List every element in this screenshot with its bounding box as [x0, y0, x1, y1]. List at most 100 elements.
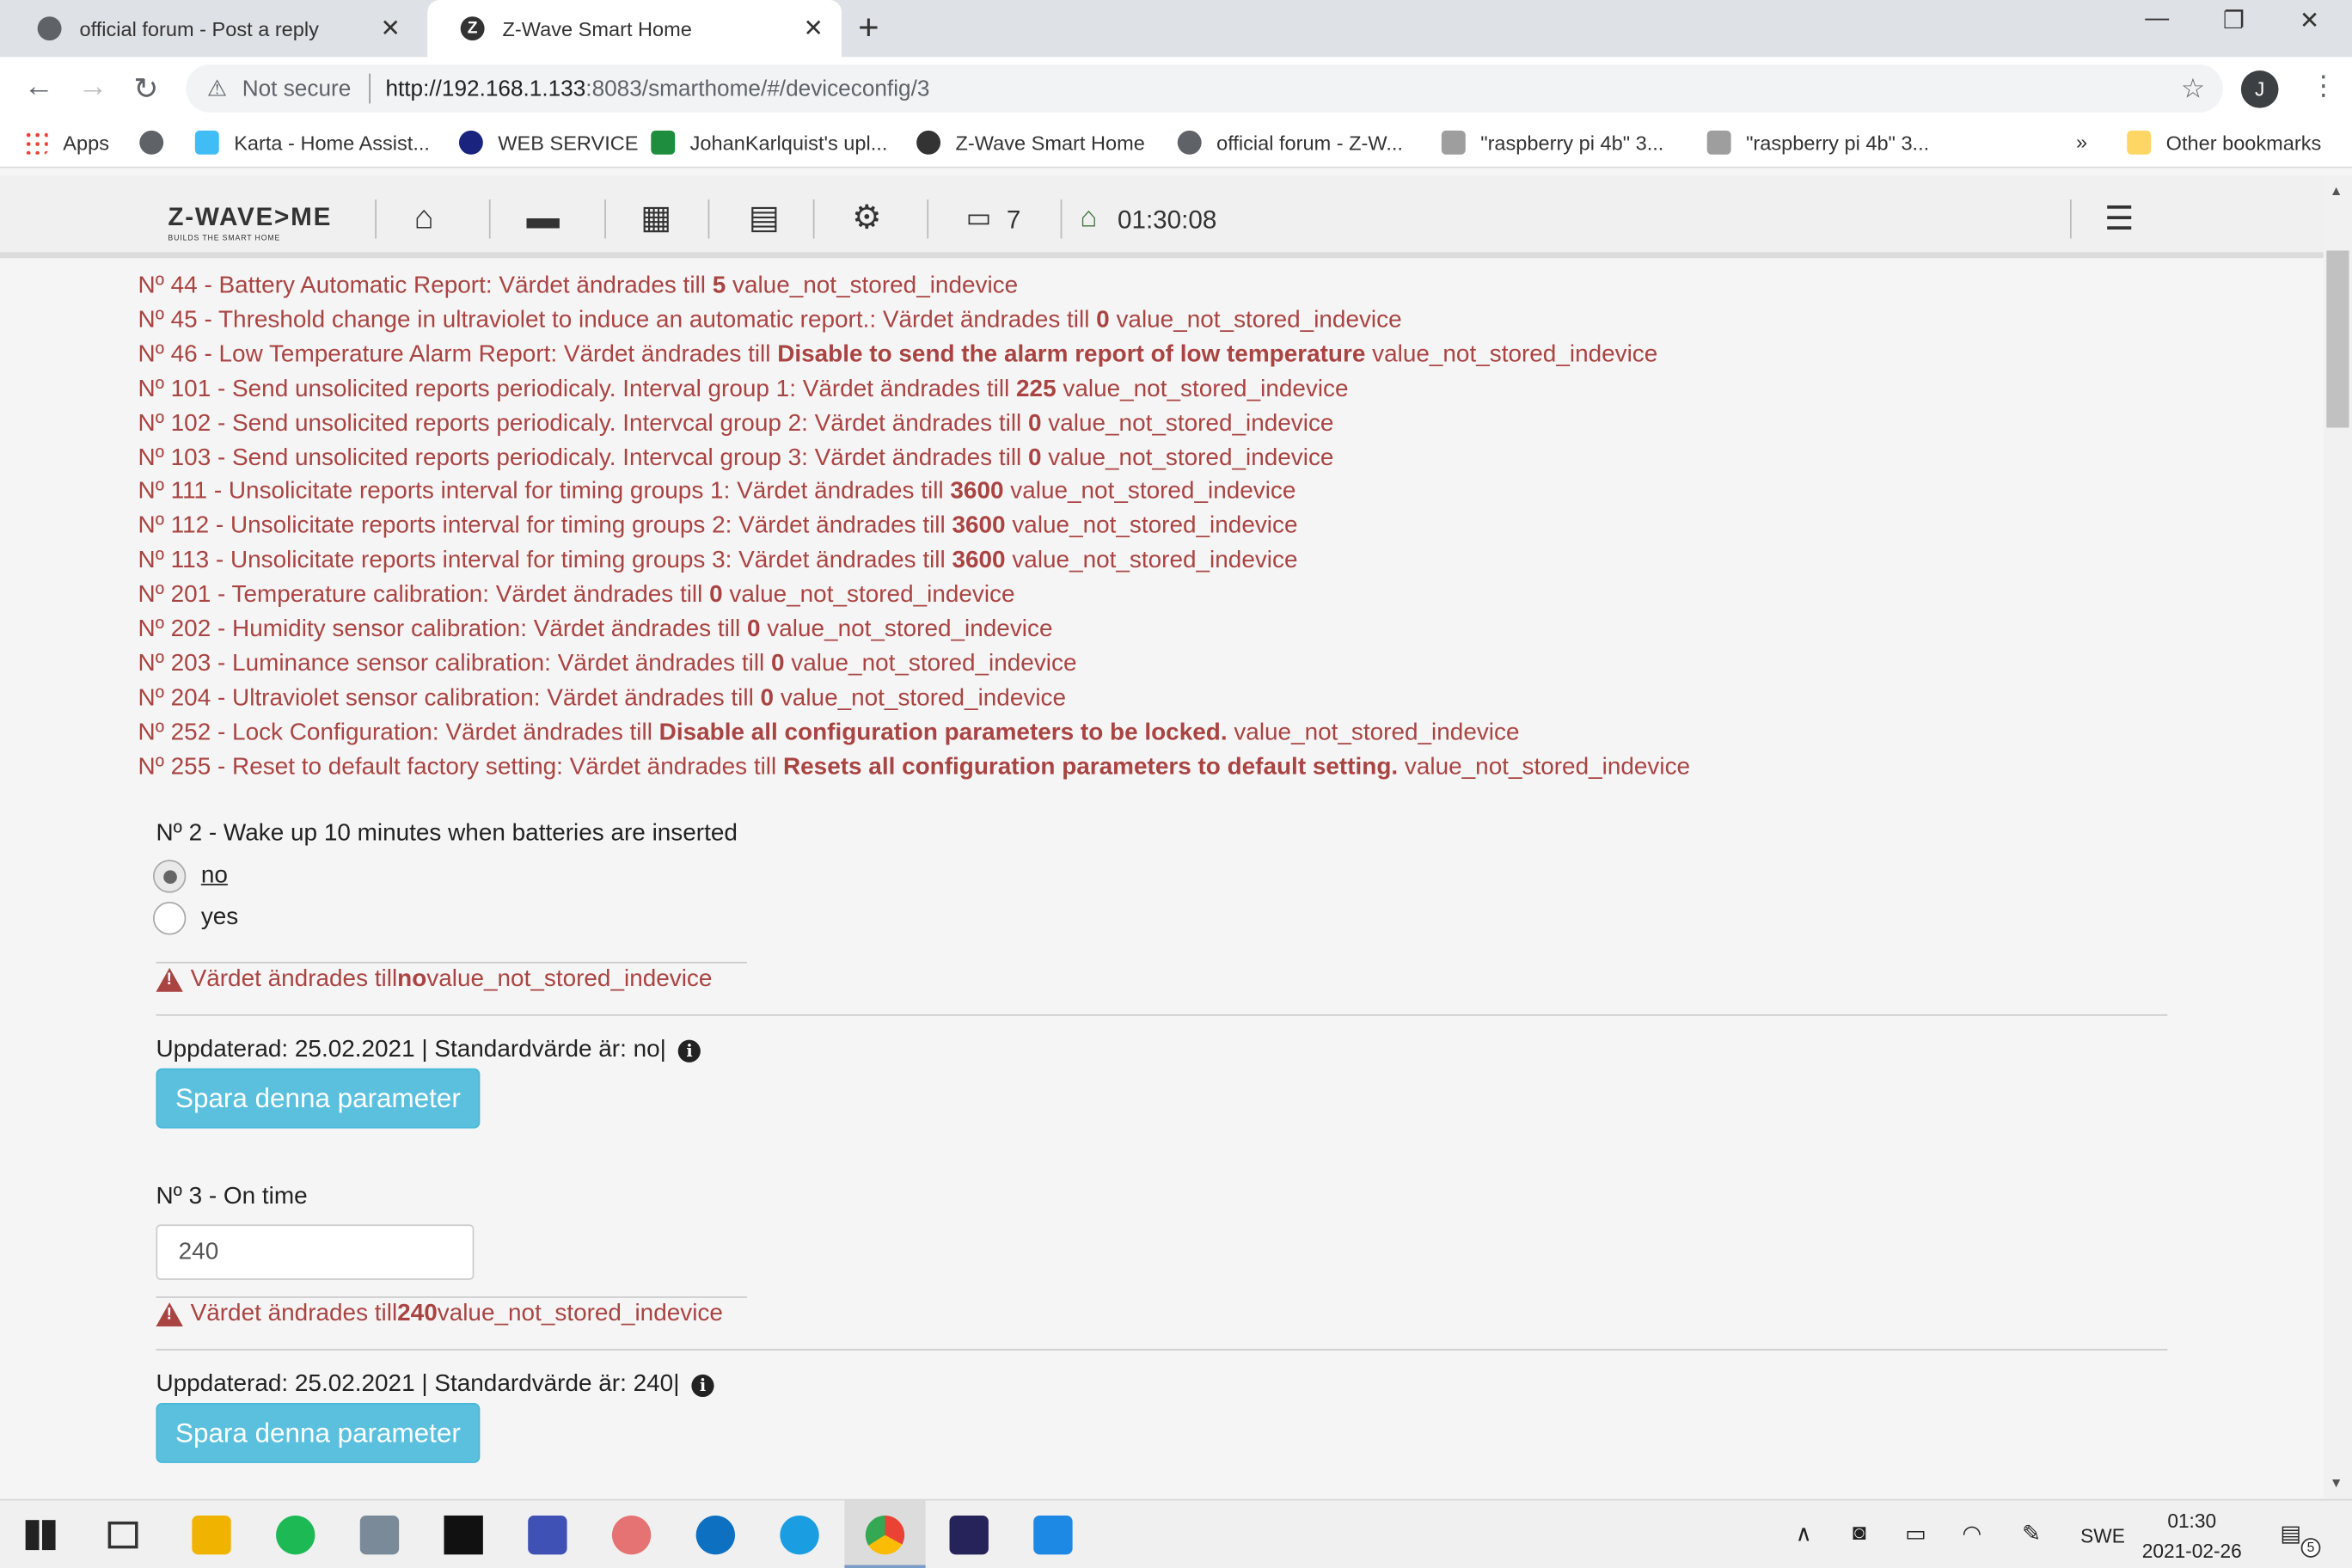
bookmark-globe[interactable] — [139, 130, 178, 155]
bookmark-apps[interactable]: Apps — [23, 130, 109, 155]
bookmark-karta[interactable]: Karta - Home Assist... — [194, 130, 430, 155]
bookmark-other[interactable]: Other bookmarks — [2127, 130, 2321, 155]
tab-official-forum[interactable]: official forum - Post a reply ✕ — [4, 0, 419, 57]
network-app-icon[interactable] — [528, 1515, 567, 1555]
home-icon[interactable]: ⌂ — [414, 198, 434, 236]
reload-icon[interactable]: ↻ — [133, 70, 158, 108]
save-parameter-button[interactable]: Spara denna parameter — [156, 1403, 481, 1463]
close-icon[interactable]: ✕ — [804, 14, 824, 44]
file-explorer-icon[interactable] — [192, 1515, 231, 1555]
notifications-icon[interactable]: ▤ — [2280, 1520, 2301, 1547]
meet-icon[interactable]: ◙ — [1853, 1520, 1866, 1546]
alert-text: Värdet ändrades till — [190, 1301, 398, 1327]
page-scrollbar[interactable]: ▲ ▼ — [2323, 175, 2352, 1501]
security-label: Not secure — [242, 76, 352, 101]
chrome-icon[interactable] — [865, 1515, 905, 1555]
bookmark-official-forum[interactable]: official forum - Z-W... — [1177, 130, 1403, 155]
radio-label[interactable]: no — [201, 863, 228, 890]
param-2-updated: Uppdaterad: 25.02.2021 | Standardvärde ä… — [156, 1037, 701, 1063]
z-wave-icon — [916, 130, 941, 155]
close-icon[interactable]: ✕ — [380, 14, 400, 44]
alert-text: Värdet ändrades till — [190, 966, 398, 992]
warning-icon: ⚠ — [206, 77, 228, 102]
on-time-input[interactable] — [156, 1224, 475, 1280]
bookmark-label: Z-Wave Smart Home — [955, 131, 1145, 154]
vnc-icon[interactable] — [1033, 1515, 1073, 1555]
divider — [156, 1014, 2168, 1016]
chevron-up-icon[interactable]: ∧ — [1796, 1520, 1812, 1547]
pen-icon[interactable]: ✎ — [2022, 1520, 2041, 1547]
couch-icon[interactable]: ▬ — [526, 198, 559, 236]
scroll-down-icon[interactable]: ▼ — [2330, 1475, 2343, 1490]
yahoo-icon — [1441, 130, 1466, 155]
bookmarks-overflow[interactable]: » — [2076, 131, 2087, 153]
events-count[interactable]: 7 — [1007, 205, 1021, 236]
teamviewer-icon[interactable] — [695, 1515, 736, 1555]
param-3-title: Nº 3 - On time — [156, 1184, 308, 1210]
radio-option-yes[interactable]: yes — [152, 902, 238, 935]
gears-icon[interactable]: ⚙ — [852, 198, 881, 236]
bookmark-raspberry-1[interactable]: "raspberry pi 4b" 3... — [1441, 130, 1664, 155]
device-config-content: Nº 44 - Battery Automatic Report: Värdet… — [0, 264, 2324, 1500]
clock: 01:30:08 — [1117, 205, 1217, 235]
back-icon[interactable]: ← — [24, 70, 54, 105]
param-2-title: Nº 2 - Wake up 10 minutes when batteries… — [156, 820, 738, 847]
scroll-up-icon[interactable]: ▲ — [2330, 183, 2343, 198]
nav-separator — [1060, 199, 1063, 239]
calculator-icon[interactable] — [359, 1515, 400, 1555]
spotify-icon[interactable] — [276, 1515, 315, 1555]
forward-icon[interactable]: → — [78, 70, 108, 105]
edge-icon[interactable] — [780, 1515, 819, 1555]
bookmark-label: Apps — [63, 131, 109, 154]
log-line: Nº 44 - Battery Automatic Report: Värdet… — [138, 273, 1019, 299]
window-close-icon[interactable]: ✕ — [2300, 6, 2319, 36]
language-indicator[interactable]: SWE — [2080, 1524, 2125, 1547]
info-icon[interactable]: i — [691, 1374, 714, 1397]
amazon-music-icon[interactable] — [949, 1515, 989, 1555]
globe-icon — [37, 16, 62, 41]
radio-button-selected[interactable] — [152, 860, 187, 893]
brand-logo[interactable]: Z-WAVE>ME BUILDS THE SMART HOME — [168, 203, 332, 243]
bookmark-raspberry-2[interactable]: "raspberry pi 4b" 3... — [1706, 130, 1929, 155]
save-parameter-button[interactable]: Spara denna parameter — [156, 1068, 481, 1129]
netflix-icon[interactable] — [444, 1515, 483, 1555]
bookmark-web-service[interactable]: WEB SERVICE — [458, 130, 639, 155]
radio-label[interactable]: yes — [201, 905, 238, 932]
brand-tagline: BUILDS THE SMART HOME — [168, 234, 281, 243]
tab-z-wave-smart-home[interactable]: Z Z-Wave Smart Home ✕ — [427, 0, 842, 58]
menu-kebab-icon[interactable]: ⋮ — [2310, 70, 2337, 102]
divider — [156, 1296, 747, 1298]
clipboard-icon[interactable]: ▤ — [749, 198, 780, 236]
profile-avatar[interactable]: J — [2240, 70, 2279, 108]
info-icon[interactable]: i — [677, 1038, 701, 1062]
system-clock[interactable]: 01:30 2021-02-26 — [2142, 1506, 2242, 1566]
hamburger-menu-icon[interactable]: ☰ — [2104, 199, 2134, 238]
tab-label: Z-Wave Smart Home — [502, 17, 692, 40]
scroll-thumb[interactable] — [2326, 250, 2349, 428]
nav-separator — [375, 199, 377, 239]
clock-date: 2021-02-26 — [2141, 1539, 2242, 1563]
warning-icon — [156, 1302, 183, 1327]
task-view-icon[interactable] — [107, 1521, 138, 1549]
bookmark-label: official forum - Z-W... — [1216, 131, 1403, 154]
divider — [156, 961, 747, 964]
wifi-icon[interactable]: ◠ — [1962, 1520, 1981, 1547]
bookmark-johankarlquist[interactable]: JohanKarlquist's upl... — [651, 130, 887, 155]
log-line: Nº 103 - Send unsolicited reports period… — [138, 444, 1334, 471]
windows-start-icon[interactable] — [25, 1520, 56, 1551]
app-navbar: Z-WAVE>ME BUILDS THE SMART HOME ⌂ ▬ ▦ ▤ … — [0, 175, 2324, 259]
address-bar[interactable]: ⚠ Not secure http://192.168.1.133 :8083/… — [186, 64, 2223, 113]
events-icon[interactable]: ▭ — [966, 203, 992, 235]
battery-icon[interactable]: ▭ — [1905, 1520, 1926, 1547]
restore-icon[interactable]: ❐ — [2223, 6, 2245, 36]
star-icon[interactable]: ☆ — [2181, 73, 2205, 105]
new-tab-icon[interactable]: + — [858, 8, 879, 50]
bookmark-z-wave[interactable]: Z-Wave Smart Home — [916, 130, 1145, 155]
grid-icon[interactable]: ▦ — [640, 198, 671, 236]
minimize-icon[interactable]: — — [2145, 6, 2169, 33]
snipping-tool-icon[interactable] — [611, 1515, 652, 1555]
radio-button[interactable] — [152, 902, 187, 935]
radio-option-no[interactable]: no — [152, 860, 228, 893]
bookmark-label: "raspberry pi 4b" 3... — [1480, 131, 1664, 154]
globe-icon — [1177, 130, 1202, 155]
